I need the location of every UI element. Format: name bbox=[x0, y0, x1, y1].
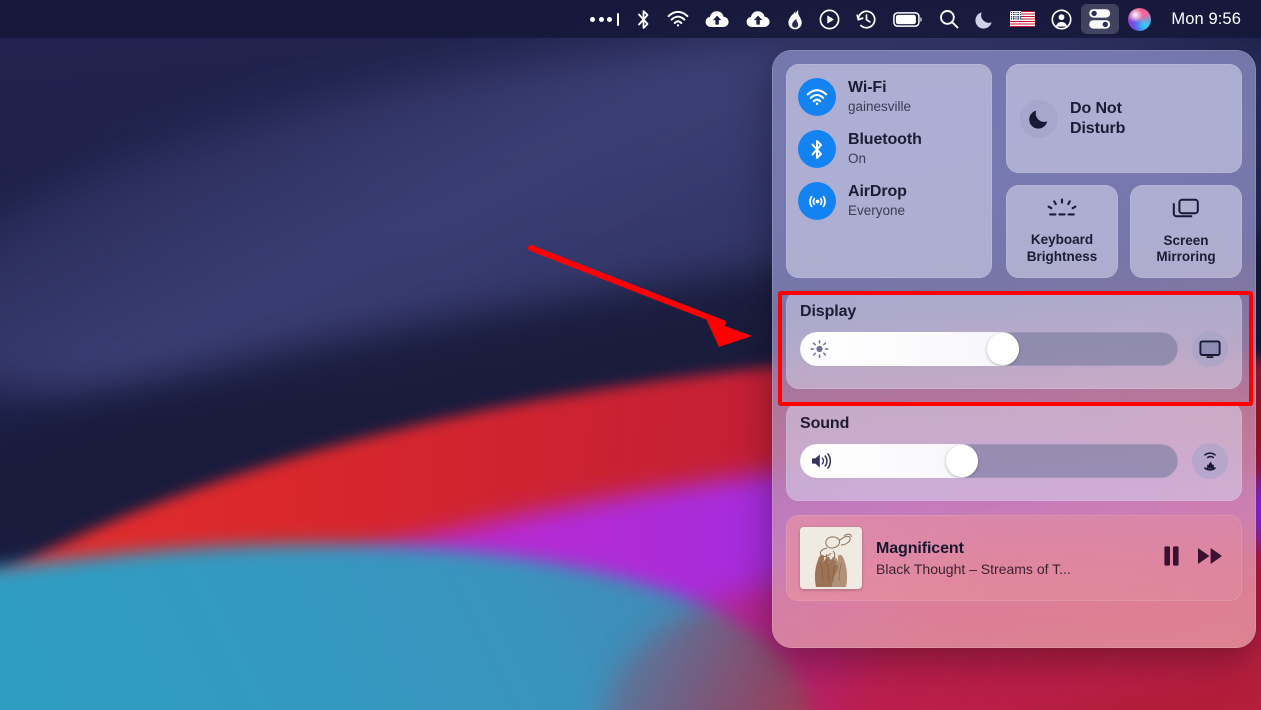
control-center-right-column: Do Not Disturb bbox=[1006, 64, 1242, 278]
us-flag-icon[interactable] bbox=[1003, 4, 1042, 34]
wifi-title: Wi-Fi bbox=[848, 79, 911, 97]
dots-menu-icon[interactable] bbox=[583, 4, 626, 34]
bluetooth-icon bbox=[798, 130, 836, 168]
now-playing-text: Magnificent Black Thought – Streams of T… bbox=[876, 540, 1148, 577]
bluetooth-title: Bluetooth bbox=[848, 131, 922, 149]
bluetooth-icon[interactable] bbox=[628, 4, 658, 34]
keyboard-brightness-icon bbox=[1045, 198, 1079, 225]
battery-icon[interactable] bbox=[886, 4, 930, 34]
display-section: Display bbox=[786, 291, 1242, 389]
sound-title: Sound bbox=[800, 415, 1228, 433]
screen-mirroring-label-line2: Mirroring bbox=[1156, 249, 1215, 264]
fast-forward-icon[interactable] bbox=[1197, 546, 1224, 571]
airdrop-row[interactable]: AirDrop Everyone bbox=[798, 182, 980, 220]
screen-mirroring-icon bbox=[1172, 198, 1200, 226]
track-title: Magnificent bbox=[876, 540, 1148, 558]
wifi-icon[interactable] bbox=[660, 4, 696, 34]
control-center-top-row: Wi-Fi gainesville Bluetooth On bbox=[786, 64, 1242, 278]
do-not-disturb-tile[interactable]: Do Not Disturb bbox=[1006, 64, 1242, 173]
bluetooth-status: On bbox=[848, 151, 922, 166]
control-center-icon[interactable] bbox=[1081, 4, 1119, 34]
moon-icon bbox=[1020, 100, 1058, 138]
airplay-audio-icon[interactable] bbox=[1192, 443, 1228, 479]
small-tiles-row: Keyboard Brightness Screen Mirroring bbox=[1006, 185, 1242, 278]
wifi-status: gainesville bbox=[848, 99, 911, 114]
screen-mirroring-tile[interactable]: Screen Mirroring bbox=[1130, 185, 1242, 278]
volume-slider-knob[interactable] bbox=[946, 445, 978, 477]
display-title: Display bbox=[800, 303, 1228, 321]
time-machine-icon[interactable] bbox=[849, 4, 884, 34]
search-icon[interactable] bbox=[932, 4, 966, 34]
connectivity-tile: Wi-Fi gainesville Bluetooth On bbox=[786, 64, 992, 278]
play-circle-icon[interactable] bbox=[812, 4, 847, 34]
keyboard-brightness-label-line2: Brightness bbox=[1027, 249, 1098, 264]
wifi-icon bbox=[798, 78, 836, 116]
display-slider-row bbox=[800, 331, 1228, 367]
airdrop-status: Everyone bbox=[848, 203, 907, 218]
cloud-upload-icon-2[interactable] bbox=[739, 4, 778, 34]
menu-bar-clock[interactable]: Mon 9:56 bbox=[1159, 10, 1247, 29]
display-monitor-icon[interactable] bbox=[1192, 331, 1228, 367]
keyboard-brightness-label-line1: Keyboard bbox=[1031, 232, 1093, 247]
sound-slider-row bbox=[800, 443, 1228, 479]
now-playing-widget: Magnificent Black Thought – Streams of T… bbox=[786, 515, 1242, 601]
brightness-slider-knob[interactable] bbox=[987, 333, 1019, 365]
flame-icon[interactable] bbox=[780, 4, 810, 34]
album-artwork-hands bbox=[800, 527, 862, 589]
airdrop-title: AirDrop bbox=[848, 183, 907, 201]
wifi-row[interactable]: Wi-Fi gainesville bbox=[798, 78, 980, 116]
brightness-sun-icon bbox=[810, 340, 829, 359]
screen-mirroring-label-line1: Screen bbox=[1163, 233, 1208, 248]
sound-section: Sound bbox=[786, 403, 1242, 501]
keyboard-brightness-tile[interactable]: Keyboard Brightness bbox=[1006, 185, 1118, 278]
dnd-label-line2: Disturb bbox=[1070, 120, 1125, 137]
pause-icon[interactable] bbox=[1162, 545, 1181, 572]
volume-slider[interactable] bbox=[800, 444, 1178, 478]
now-playing-controls bbox=[1162, 545, 1228, 572]
bluetooth-row[interactable]: Bluetooth On bbox=[798, 130, 980, 168]
siri-icon[interactable] bbox=[1121, 4, 1158, 34]
control-center-panel: Wi-Fi gainesville Bluetooth On bbox=[772, 50, 1256, 648]
brightness-slider[interactable] bbox=[800, 332, 1178, 366]
moon-icon[interactable] bbox=[968, 4, 1001, 34]
menu-bar: Mon 9:56 bbox=[0, 0, 1261, 38]
dnd-label-line1: Do Not bbox=[1070, 100, 1122, 117]
speaker-volume-icon bbox=[810, 452, 832, 470]
user-circle-icon[interactable] bbox=[1044, 4, 1079, 34]
cloud-upload-icon[interactable] bbox=[698, 4, 737, 34]
airdrop-icon bbox=[798, 182, 836, 220]
track-subtitle: Black Thought – Streams of T... bbox=[876, 561, 1148, 577]
